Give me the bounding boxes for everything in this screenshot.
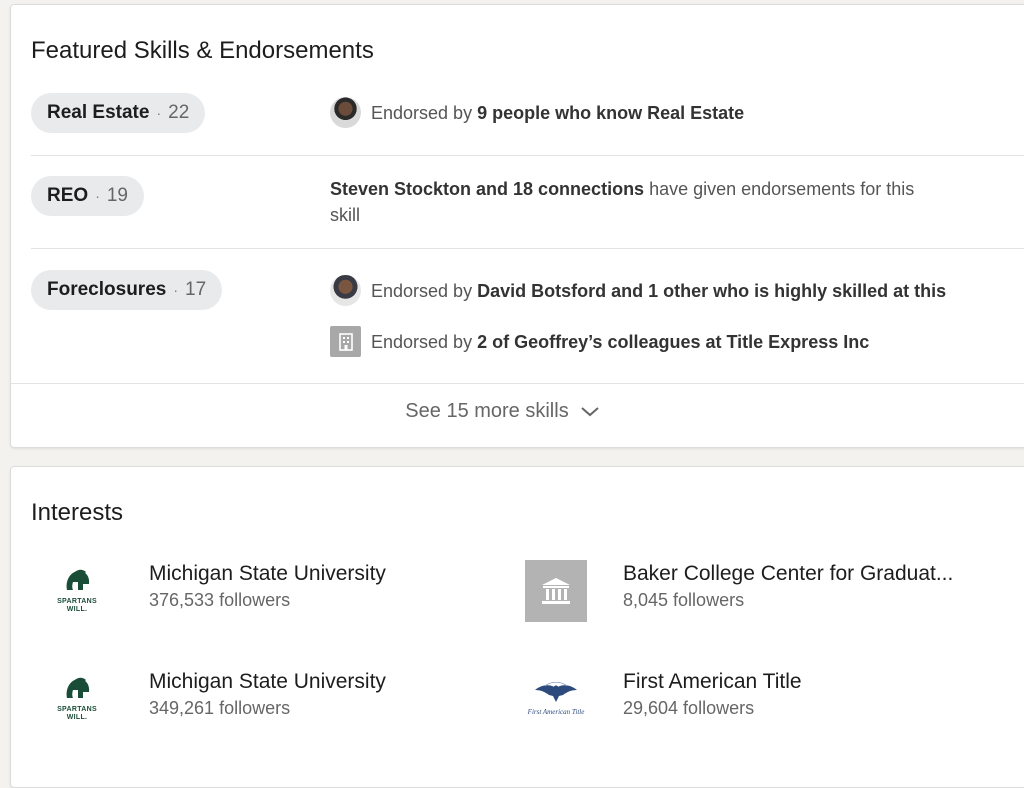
endorsement-highlight[interactable]: 9 people who know Real Estate — [477, 103, 744, 123]
endorsement-prefix: Endorsed by — [371, 102, 478, 123]
interest-name: Baker College Center for Graduat... — [623, 562, 954, 585]
skills-section-title: Featured Skills & Endorsements — [31, 37, 374, 64]
skill-name: Foreclosures — [47, 279, 167, 300]
see-more-skills-button[interactable]: See 15 more skills — [0, 396, 1004, 426]
endorsement-count: 22 — [168, 102, 190, 123]
logo-text: WILL. — [66, 606, 88, 613]
interest-name: Michigan State University — [149, 670, 386, 693]
row-divider — [10, 383, 1024, 384]
endorsement-line: Endorsed by 9 people who know Real Estat… — [330, 97, 1000, 128]
endorsement-line: Endorsed by David Botsford and 1 other w… — [330, 275, 1000, 306]
endorsement-highlight[interactable]: 2 of Geoffrey’s colleagues at Title Expr… — [477, 332, 869, 352]
separator-dot: · — [173, 282, 178, 298]
follower-count: 376,533 followers — [149, 590, 291, 610]
follower-count: 29,604 followers — [623, 698, 755, 718]
endorsement-count: 19 — [106, 185, 128, 206]
interest-item[interactable]: SPARTANS WILL. Michigan State University… — [46, 560, 486, 630]
endorser-avatar[interactable] — [330, 97, 361, 128]
follower-count: 8,045 followers — [623, 590, 745, 610]
skill-pill-real-estate[interactable]: Real Estate · 22 — [31, 93, 206, 133]
separator-dot: · — [156, 105, 162, 121]
endorsement-line: Endorsed by 2 of Geoffrey’s colleagues a… — [330, 326, 1000, 357]
row-divider — [31, 248, 1024, 249]
interest-item[interactable]: First American Title First American Titl… — [525, 668, 965, 738]
company-building-icon[interactable] — [330, 326, 361, 357]
chevron-down-icon — [581, 400, 599, 423]
see-more-label: See 15 more skills — [405, 399, 569, 422]
interest-item[interactable]: Baker College Center for Graduat... 8,04… — [525, 560, 1005, 630]
endorsement-prefix: Endorsed by — [371, 331, 478, 352]
interests-section-title: Interests — [31, 499, 124, 526]
skill-name: Real Estate — [47, 102, 150, 123]
spartan-helmet-logo: SPARTANS WILL. — [46, 560, 108, 622]
endorsement-highlight[interactable]: Steven Stockton and 18 connections — [330, 179, 644, 199]
building-icon — [525, 560, 587, 622]
interest-item[interactable]: SPARTANS WILL. Michigan State University… — [46, 668, 486, 738]
logo-text: SPARTANS — [57, 706, 97, 713]
endorsement-highlight[interactable]: David Botsford and 1 other who is highly… — [477, 281, 946, 301]
skill-name: REO — [47, 185, 89, 206]
interest-name: Michigan State University — [149, 562, 386, 585]
endorsement-count: 17 — [185, 279, 207, 300]
eagle-logo: First American Title — [525, 668, 587, 730]
logo-text: First American Title — [527, 708, 585, 716]
follower-count: 349,261 followers — [149, 698, 291, 718]
endorser-avatar[interactable] — [330, 275, 361, 306]
separator-dot: · — [95, 188, 100, 204]
spartan-helmet-logo: SPARTANS WILL. — [46, 668, 108, 730]
interest-name: First American Title — [623, 670, 802, 693]
logo-text: WILL. — [66, 714, 88, 721]
skill-pill-foreclosures[interactable]: Foreclosures · 17 — [31, 270, 223, 310]
endorsement-prefix: Endorsed by — [371, 280, 478, 301]
skill-pill-reo[interactable]: REO · 19 — [31, 176, 144, 216]
endorsement-line: Steven Stockton and 18 connections have … — [330, 176, 940, 228]
row-divider — [31, 155, 1024, 156]
logo-text: SPARTANS — [57, 598, 97, 605]
